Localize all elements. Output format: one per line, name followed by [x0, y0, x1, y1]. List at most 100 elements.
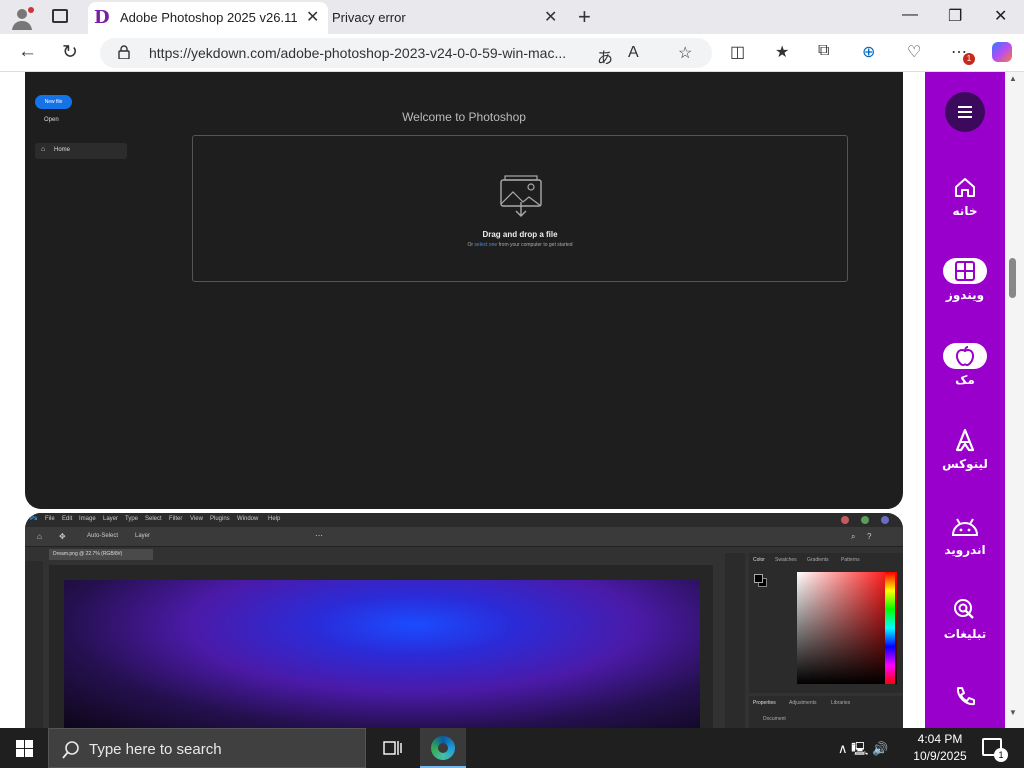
url-text[interactable]: https://yekdown.com/adobe-photoshop-2023…	[149, 45, 566, 61]
ps-menu-item: Window	[237, 516, 259, 522]
scroll-down-icon[interactable]: ▼	[1009, 708, 1017, 717]
sidebar-item-label: مک	[955, 373, 975, 387]
clock-time: 4:04 PM	[917, 732, 963, 746]
sidebar-item-label: خانه	[952, 204, 978, 218]
site-sidebar: خانه ویندوز مک لینوکس اندروید تبلیغات	[925, 72, 1005, 728]
ps-color-picker	[797, 572, 897, 684]
menu-button[interactable]	[945, 92, 985, 132]
translate-icon[interactable]: あ	[597, 44, 613, 68]
hamburger-icon	[958, 106, 972, 118]
edge-icon	[431, 736, 455, 760]
copilot-icon[interactable]	[992, 42, 1012, 62]
ps-panel-tab: Gradients	[807, 557, 829, 563]
minimize-button[interactable]: —	[902, 6, 918, 24]
favorites-icon[interactable]: ★	[775, 42, 789, 62]
home-nav-item: ⌂ Home	[35, 143, 127, 159]
sidebar-item-label: اندروید	[944, 543, 986, 557]
drop-zone: Drag and drop a file Or select one from …	[192, 135, 848, 282]
sidebar-item-windows[interactable]: ویندوز	[925, 258, 1005, 302]
address-bar[interactable]: https://yekdown.com/adobe-photoshop-2023…	[100, 38, 712, 68]
ps-panel-tab: Properties	[753, 700, 776, 706]
split-screen-icon[interactable]: ◫	[730, 42, 745, 62]
favorite-star-icon[interactable]: ☆	[678, 43, 692, 63]
ps-panel-tab: Adjustments	[789, 700, 817, 706]
tab-actions-icon[interactable]	[52, 9, 68, 23]
system-tray-icons[interactable]: ∧ 🖳 🔊	[838, 740, 888, 762]
drop-title: Drag and drop a file	[482, 230, 558, 239]
back-button[interactable]: ←	[18, 41, 37, 63]
task-view-icon[interactable]	[382, 738, 402, 763]
search-placeholder: Type here to search	[89, 741, 222, 758]
sidebar-item-label: لینوکس	[942, 457, 988, 471]
windows-start-icon[interactable]	[16, 740, 33, 757]
close-tab-icon[interactable]: ✕	[544, 7, 557, 27]
profile-icon[interactable]	[10, 6, 34, 30]
sidebar-item-contact[interactable]	[925, 684, 1005, 714]
home-label: Home	[54, 147, 71, 153]
ps-menu-item: File	[45, 516, 55, 522]
ps-menu-item: View	[190, 516, 203, 522]
taskbar: Type here to search ∧ 🖳 🔊 4:04 PM 10/9/2…	[0, 728, 1024, 768]
sidebar-item-home[interactable]: خانه	[925, 174, 1005, 218]
ps-menu-bar: Ps File Edit Image Layer Type Select Fil…	[25, 513, 903, 527]
ps-panel-tab: Swatches	[775, 557, 797, 563]
ps-menu-item: Select	[145, 516, 162, 522]
tab-title: Adobe Photoshop 2025 v26.11.0	[120, 10, 298, 25]
ps-menu-item: Help	[268, 516, 281, 522]
photoshop-home-screenshot: New file Open ⌂ Home Welcome to Photosho…	[25, 72, 903, 509]
sidebar-item-mac[interactable]: مک	[925, 343, 1005, 387]
scroll-up-icon[interactable]: ▲	[1009, 74, 1017, 83]
refresh-button[interactable]: ↻	[62, 41, 78, 64]
home-icon	[943, 174, 987, 200]
sidebar-item-linux[interactable]: لینوکس	[925, 427, 1005, 471]
linux-icon	[943, 427, 987, 453]
taskbar-clock[interactable]: 4:04 PM 10/9/2025	[900, 731, 980, 765]
address-toolbar: ← ↻ https://yekdown.com/adobe-photoshop-…	[0, 34, 1024, 72]
notification-center-icon[interactable]: 1	[982, 738, 1008, 762]
ps-document-tab: Dream.png @ 22.7% (RGB/8#)	[49, 549, 153, 560]
ps-color-panel: Color Swatches Gradients Patterns	[749, 553, 903, 693]
downloads-icon[interactable]: ⊕	[862, 42, 875, 62]
drop-subtitle: Or select one from your computer to get …	[467, 242, 573, 248]
ps-properties-panel: Properties Adjustments Libraries Documen…	[749, 696, 903, 728]
welcome-heading: Welcome to Photoshop	[402, 110, 526, 124]
browser-essentials-icon[interactable]: ♡	[907, 42, 921, 62]
ps-search-icon: ⌕	[851, 532, 856, 541]
collections-icon[interactable]: ⧉	[818, 42, 829, 60]
apple-icon	[943, 343, 987, 369]
ps-menu-item: Edit	[62, 516, 73, 522]
ps-zoom-dot	[861, 516, 869, 524]
ps-panel-tab: Patterns	[841, 557, 860, 563]
select-one-link: select one	[474, 242, 498, 248]
tab-privacy-error[interactable]: Privacy error ✕	[332, 2, 564, 34]
site-info-icon[interactable]	[118, 45, 130, 59]
taskbar-search-input[interactable]: Type here to search	[48, 728, 366, 768]
phone-icon	[943, 684, 987, 710]
ps-more-icon: ⋯	[315, 531, 323, 540]
close-window-button[interactable]: ✕	[994, 6, 1007, 26]
scrollbar-thumb[interactable]	[1009, 258, 1016, 298]
extension-badge: 1	[963, 53, 975, 65]
ps-canvas-area	[49, 565, 713, 728]
sidebar-item-android[interactable]: اندروید	[925, 513, 1005, 557]
new-tab-button[interactable]: +	[578, 4, 591, 30]
sidebar-item-ads[interactable]: تبلیغات	[925, 597, 1005, 641]
restore-button[interactable]: ❐	[948, 6, 962, 26]
read-aloud-icon[interactable]: A	[628, 44, 639, 62]
edge-taskbar-button[interactable]	[420, 728, 466, 768]
close-tab-icon[interactable]: ✕	[306, 7, 319, 27]
ps-menu-item: Layer	[103, 516, 119, 522]
notification-count: 1	[994, 748, 1008, 762]
ps-hue-slider	[885, 572, 895, 684]
ps-move-icon: ✥	[59, 532, 66, 541]
windows-icon	[943, 258, 987, 284]
android-icon	[943, 513, 987, 539]
page-content: New file Open ⌂ Home Welcome to Photosho…	[0, 72, 1024, 728]
profile-alert-badge	[28, 7, 34, 13]
ps-layer-select: Layer	[135, 533, 151, 539]
ps-options-bar: ⌂ ✥ Auto-Select Layer ⋯ ⌕ ?	[25, 527, 903, 547]
ps-panel-tab: Color	[753, 557, 765, 563]
ps-menu-item: Type	[125, 516, 139, 522]
tab-photoshop[interactable]: D Adobe Photoshop 2025 v26.11.0 ✕	[88, 2, 328, 34]
page-scrollbar[interactable]: ▲ ▼	[1005, 72, 1024, 728]
